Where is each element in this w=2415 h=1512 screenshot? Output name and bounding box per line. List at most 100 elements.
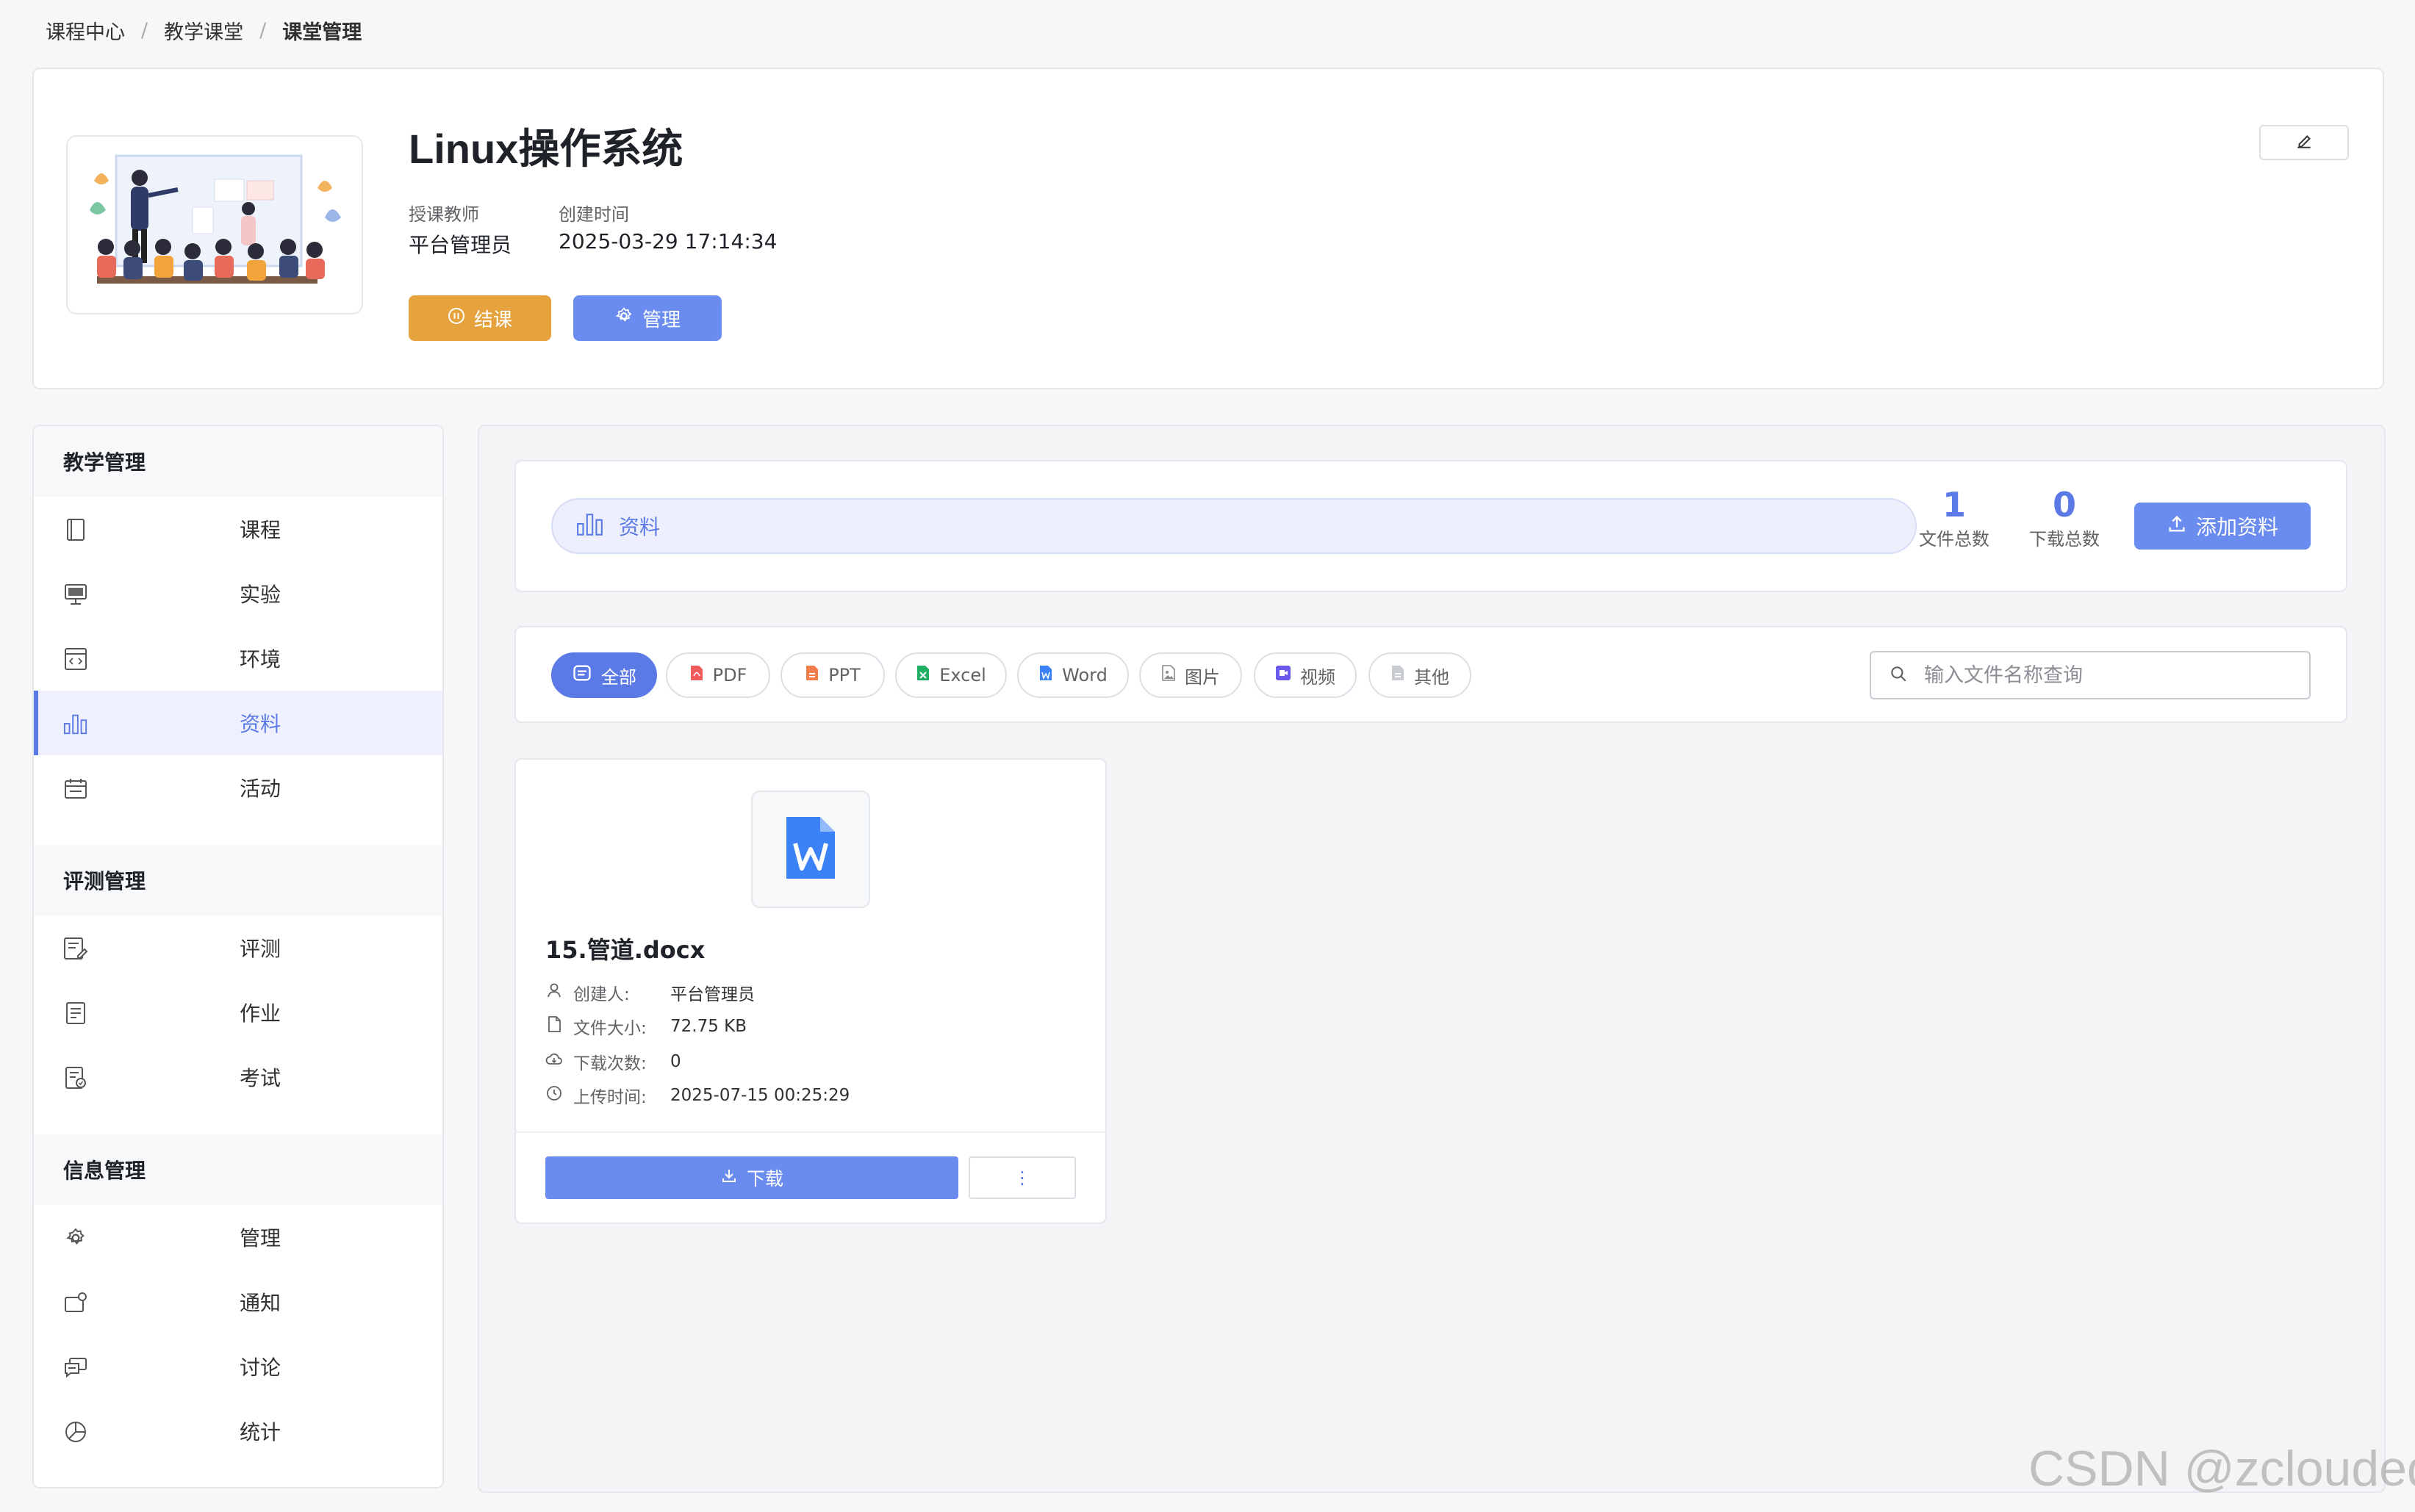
breadcrumb: 课程中心 / 教学课堂 / 课堂管理 (46, 16, 362, 45)
file-icon (1390, 664, 1405, 686)
sidebar-item-experiment[interactable]: 实验 (34, 561, 442, 626)
filter-chip-label: PDF (712, 665, 747, 685)
materials-section-bar: 资料 (551, 498, 1917, 554)
breadcrumb-item-classroom[interactable]: 教学课堂 (164, 16, 243, 45)
video-icon (1275, 665, 1291, 685)
creator-value: 平台管理员 (670, 985, 755, 1004)
bar-chart-icon (63, 711, 88, 736)
bar-chart-icon (576, 511, 604, 541)
file-name: 15.管道.docx (545, 936, 706, 964)
sidebar-group-assessment: 评测管理 (34, 845, 442, 915)
filter-chip-pdf[interactable]: PDF (666, 652, 770, 698)
user-icon (545, 982, 563, 1004)
cloud-download-icon (545, 1051, 563, 1073)
sidebar-item-evaluation[interactable]: 评测 (34, 915, 442, 980)
filter-chip-video[interactable]: 视频 (1254, 652, 1357, 698)
created-value: 2025-03-29 17:14:34 (559, 229, 778, 253)
filter-chip-label: Word (1062, 665, 1108, 685)
file-search[interactable] (1870, 651, 2311, 699)
excel-icon (916, 664, 930, 686)
filter-chip-label: PPT (828, 665, 861, 685)
sidebar-item-label: 管理 (240, 1226, 281, 1250)
book-icon (63, 517, 88, 542)
image-icon (1161, 664, 1176, 686)
sidebar-item-notification[interactable]: 通知 (34, 1270, 442, 1334)
file-creator-row: 创建人: 平台管理员 (545, 980, 755, 1005)
file-downloads-row: 下载次数: 0 (545, 1049, 681, 1074)
sidebar-item-statistics[interactable]: 统计 (34, 1399, 442, 1464)
file-size-row: 文件大小: 72.75 KB (545, 1014, 747, 1039)
search-input[interactable] (1924, 663, 2277, 687)
ppt-icon (805, 664, 819, 686)
filter-chip-image[interactable]: 图片 (1139, 652, 1242, 698)
add-material-label: 添加资料 (2195, 515, 2278, 539)
downloads-label: 下载次数: (573, 1054, 647, 1073)
edit-doc-icon (63, 936, 88, 961)
sidebar-item-exam[interactable]: 考试 (34, 1045, 442, 1109)
created-label: 创建时间 (559, 204, 629, 225)
sidebar-item-discussion[interactable]: 讨论 (34, 1334, 442, 1399)
end-course-button[interactable]: 结课 (409, 295, 551, 341)
filter-chip-other[interactable]: 其他 (1368, 652, 1471, 698)
sidebar-item-label: 实验 (240, 583, 281, 607)
sidebar-item-course[interactable]: 课程 (34, 497, 442, 561)
more-actions-button[interactable]: ⋮ (969, 1156, 1076, 1199)
breadcrumb-item-course-center[interactable]: 课程中心 (46, 16, 125, 45)
manage-course-button[interactable]: 管理 (573, 295, 722, 341)
sidebar-item-materials[interactable]: 资料 (34, 691, 442, 755)
file-card-divider (514, 1131, 1107, 1133)
sidebar-item-label: 统计 (240, 1420, 281, 1444)
sidebar-item-label: 讨论 (240, 1356, 281, 1380)
gear-icon (614, 306, 634, 331)
uploaded-value: 2025-07-15 00:25:29 (670, 1086, 850, 1105)
sidebar-item-environment[interactable]: 环境 (34, 626, 442, 691)
filter-chip-ppt[interactable]: PPT (781, 652, 885, 698)
file-outline-icon (545, 1015, 563, 1037)
download-button[interactable]: 下载 (545, 1156, 958, 1199)
sidebar-item-manage[interactable]: 管理 (34, 1205, 442, 1270)
filter-chip-word[interactable]: Word (1017, 652, 1129, 698)
size-value: 72.75 KB (670, 1017, 747, 1036)
notification-icon (63, 1290, 88, 1315)
download-label: 下载 (746, 1168, 783, 1189)
sidebar-item-label: 评测 (240, 937, 281, 961)
file-total-label: 文件总数 (1919, 529, 1989, 550)
course-header-card (32, 68, 2384, 389)
sidebar-item-label: 作业 (240, 1001, 281, 1026)
download-icon (720, 1167, 738, 1189)
monitor-icon (63, 582, 88, 607)
size-label: 文件大小: (573, 1019, 647, 1038)
sidebar-item-activity[interactable]: 活动 (34, 755, 442, 820)
gear-icon (63, 1225, 88, 1250)
creator-label: 创建人: (573, 985, 630, 1004)
document-icon (63, 1001, 88, 1026)
edit-course-button[interactable] (2259, 125, 2349, 160)
sidebar-item-label: 通知 (240, 1291, 281, 1315)
sidebar-item-homework[interactable]: 作业 (34, 980, 442, 1045)
download-total-value: 0 (2052, 485, 2076, 525)
word-doc-icon (786, 817, 835, 882)
course-cover-image (66, 135, 363, 314)
add-material-button[interactable]: 添加资料 (2134, 503, 2311, 550)
materials-section-label: 资料 (619, 515, 661, 539)
filter-chip-excel[interactable]: Excel (895, 652, 1007, 698)
filter-chip-label: Excel (939, 665, 986, 685)
file-type-tile (751, 791, 870, 908)
course-title: Linux操作系统 (409, 126, 683, 172)
download-total-stat: 0 下载总数 (2017, 485, 2112, 550)
pencil-icon (2294, 132, 2314, 154)
breadcrumb-current: 课堂管理 (282, 21, 362, 44)
breadcrumb-separator: / (259, 19, 267, 42)
file-total-value: 1 (1942, 485, 1966, 525)
sidebar-item-label: 活动 (240, 777, 281, 801)
end-course-label: 结课 (473, 309, 512, 331)
sidebar-item-label: 资料 (240, 712, 281, 736)
sidebar: 教学管理 课程 实验 环境 资料 活动 评测管理 评测 作业 考试 信息管理 管… (32, 425, 444, 1488)
downloads-value: 0 (670, 1052, 681, 1071)
chat-icon (63, 1355, 88, 1380)
pause-circle-icon (448, 307, 465, 330)
watermark: CSDN @zcloudedu (2028, 1441, 2415, 1497)
exam-icon (63, 1065, 88, 1090)
list-icon (572, 663, 592, 688)
filter-chip-all[interactable]: 全部 (551, 652, 657, 698)
